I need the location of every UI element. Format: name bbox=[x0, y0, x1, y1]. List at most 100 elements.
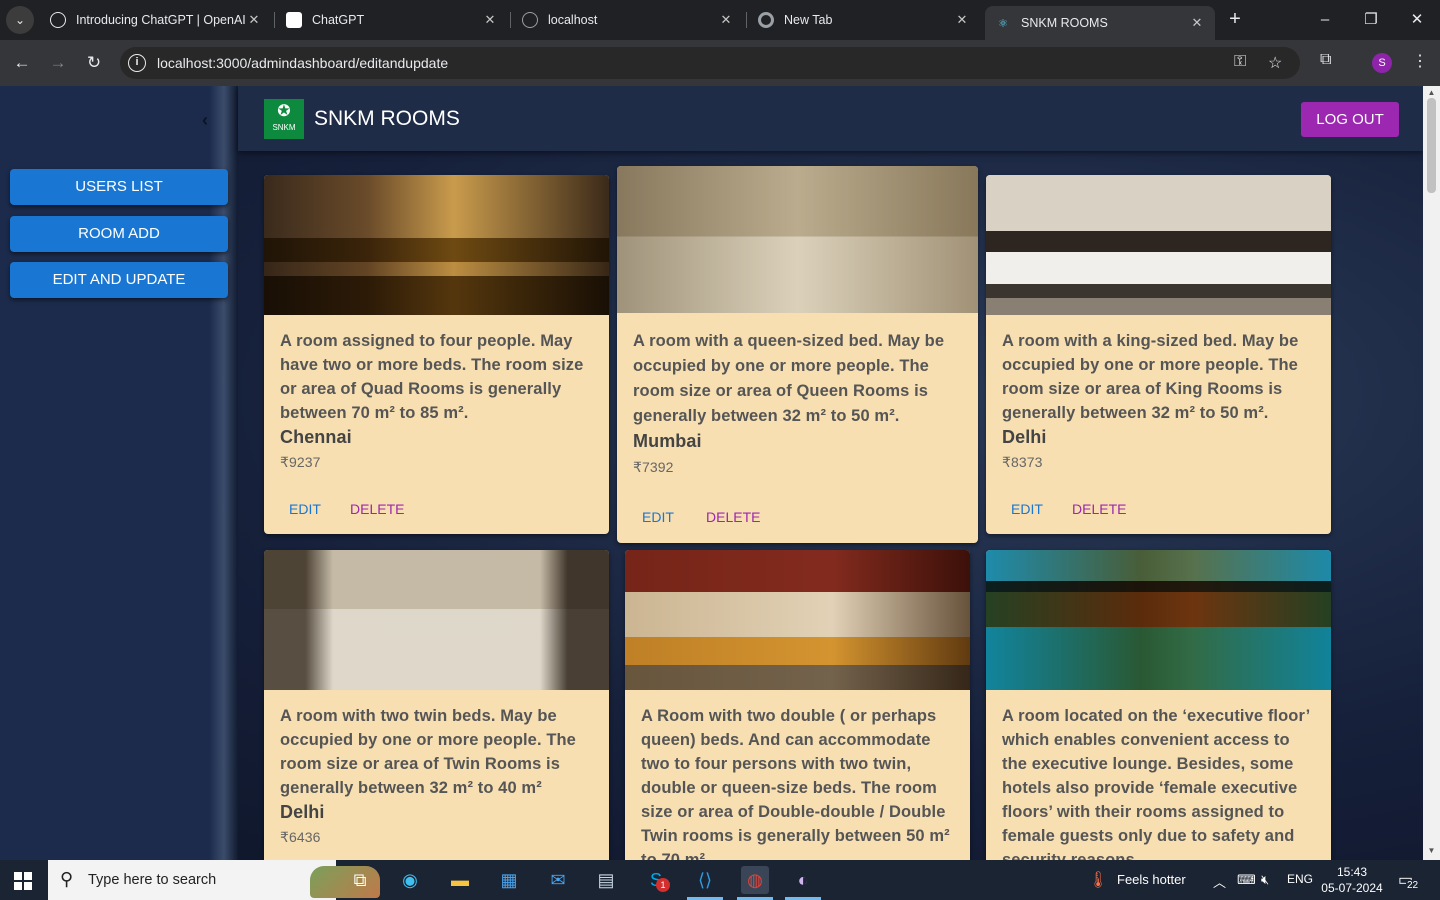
react-icon: ⚛ bbox=[998, 17, 1008, 30]
page-scrollbar[interactable]: ▲ ▼ bbox=[1423, 86, 1440, 860]
windows-start-icon[interactable] bbox=[14, 872, 32, 890]
edit-button[interactable]: EDIT bbox=[289, 501, 321, 517]
close-icon[interactable]: ✕ bbox=[482, 12, 498, 28]
sidebar-item-room-add[interactable]: ROOM ADD bbox=[10, 216, 228, 252]
network-icon[interactable]: ⌨ bbox=[1237, 872, 1256, 888]
scroll-up-icon[interactable]: ▲ bbox=[1427, 88, 1436, 97]
edit-button[interactable]: EDIT bbox=[642, 509, 674, 525]
logout-button[interactable]: LOG OUT bbox=[1301, 102, 1399, 137]
chrome-icon[interactable]: ◍ bbox=[741, 866, 769, 894]
window-close-icon[interactable]: ✕ bbox=[1405, 8, 1429, 32]
edit-button[interactable]: EDIT bbox=[1011, 501, 1043, 517]
back-icon[interactable]: ← bbox=[10, 51, 34, 75]
system-clock[interactable]: 15:43 05-07-2024 bbox=[1320, 864, 1384, 896]
reload-icon[interactable]: ↻ bbox=[82, 51, 106, 75]
url-text[interactable]: localhost:3000/admindashboard/editandupd… bbox=[157, 55, 448, 71]
room-description-text: A room with two twin beds. May be occupi… bbox=[280, 707, 576, 797]
room-city: Delhi bbox=[280, 802, 325, 822]
logo-mark-icon: ✪ bbox=[277, 103, 291, 120]
tab-search-button[interactable]: ⌄ bbox=[6, 6, 34, 34]
file-explorer-icon[interactable]: ▬ bbox=[446, 866, 474, 894]
room-card: A room with a queen-sized bed. May be oc… bbox=[617, 166, 978, 543]
search-icon: ⚲ bbox=[60, 869, 74, 889]
app-header: ✪ SNKM SNKM ROOMS LOG OUT bbox=[238, 86, 1423, 151]
chrome-icon bbox=[758, 12, 774, 28]
sidebar-item-edit-and-update[interactable]: EDIT AND UPDATE bbox=[10, 262, 228, 298]
logo-text: SNKM bbox=[272, 123, 296, 132]
close-icon[interactable]: ✕ bbox=[246, 12, 262, 28]
notification-count: 22 bbox=[1406, 880, 1420, 891]
close-icon[interactable]: ✕ bbox=[718, 12, 734, 28]
site-info-icon[interactable]: i bbox=[128, 54, 146, 72]
bookmark-star-icon[interactable]: ☆ bbox=[1268, 53, 1282, 73]
tab-openai[interactable]: Introducing ChatGPT | OpenAI ✕ bbox=[40, 6, 272, 34]
clock-time: 15:43 bbox=[1336, 865, 1368, 879]
taskbar-search[interactable]: ⚲ Type here to search bbox=[48, 860, 380, 900]
room-description: A room with two twin beds. May be occupi… bbox=[280, 704, 595, 849]
close-icon[interactable]: ✕ bbox=[954, 12, 970, 28]
browser-tab-bar: ⌄ Introducing ChatGPT | OpenAI ✕ ChatGPT… bbox=[0, 0, 1440, 40]
room-card: A room with two twin beds. May be occupi… bbox=[264, 550, 609, 860]
extensions-icon[interactable]: ⧉ bbox=[1320, 51, 1331, 69]
tab-localhost[interactable]: localhost ✕ bbox=[512, 6, 744, 34]
microsoft-store-icon[interactable]: ▦ bbox=[495, 866, 523, 894]
sidebar: ‹ USERS LIST ROOM ADD EDIT AND UPDATE bbox=[0, 86, 238, 860]
windows-taskbar: ⚲ Type here to search ⧉ ◉ ▬ ▦ ✉ ▤ S 1 ⟨⟩… bbox=[0, 860, 1440, 900]
sidebar-item-users-list[interactable]: USERS LIST bbox=[10, 169, 228, 205]
room-price: ₹6436 bbox=[280, 829, 321, 845]
search-placeholder[interactable]: Type here to search bbox=[88, 872, 216, 888]
room-city: Delhi bbox=[1002, 427, 1047, 447]
scrollbar-thumb[interactable] bbox=[1427, 98, 1436, 193]
delete-button[interactable]: DELETE bbox=[1072, 501, 1126, 517]
control-panel-icon[interactable]: ▤ bbox=[592, 866, 620, 894]
room-price: ₹8373 bbox=[1002, 454, 1043, 470]
tab-title: New Tab bbox=[784, 13, 833, 27]
scroll-down-icon[interactable]: ▼ bbox=[1427, 846, 1436, 855]
globe-icon bbox=[522, 12, 538, 28]
room-image bbox=[617, 166, 978, 313]
address-bar[interactable]: i localhost:3000/admindashboard/editandu… bbox=[120, 47, 1300, 79]
tab-title: Introducing ChatGPT | OpenAI bbox=[76, 13, 246, 27]
room-city: Chennai bbox=[280, 427, 352, 447]
room-card: A room located on the ‘executive floor’ … bbox=[986, 550, 1331, 860]
tab-new-tab[interactable]: New Tab ✕ bbox=[748, 6, 980, 34]
tab-separator bbox=[746, 12, 747, 28]
room-city: Mumbai bbox=[633, 431, 702, 451]
room-image bbox=[986, 175, 1331, 315]
tab-separator bbox=[274, 12, 275, 28]
room-card: A room assigned to four people. May have… bbox=[264, 175, 609, 534]
tab-chatgpt[interactable]: ChatGPT ✕ bbox=[276, 6, 508, 34]
room-description-text: A room located on the ‘executive floor’ … bbox=[1002, 707, 1310, 860]
delete-button[interactable]: DELETE bbox=[706, 509, 760, 525]
volume-muted-icon[interactable]: 🔇︎ bbox=[1261, 872, 1269, 888]
profile-avatar[interactable]: S bbox=[1372, 53, 1392, 73]
weather-text[interactable]: Feels hotter bbox=[1117, 872, 1186, 887]
minimize-icon[interactable]: – bbox=[1313, 8, 1337, 32]
close-icon[interactable]: ✕ bbox=[1189, 15, 1205, 31]
thermometer-icon[interactable]: 🌡 bbox=[1088, 870, 1108, 890]
room-description: A room with a king-sized bed. May be occ… bbox=[1002, 329, 1317, 474]
forward-icon[interactable]: → bbox=[46, 51, 70, 75]
room-image bbox=[625, 550, 970, 690]
chevron-left-icon[interactable]: ‹ bbox=[202, 110, 208, 131]
edge-icon[interactable]: ◉ bbox=[396, 866, 424, 894]
tab-title: ChatGPT bbox=[312, 13, 365, 27]
vscode-icon[interactable]: ⟨⟩ bbox=[691, 866, 719, 894]
task-view-icon[interactable]: ⧉ bbox=[346, 866, 374, 894]
language-indicator[interactable]: ENG bbox=[1287, 872, 1313, 886]
mail-icon[interactable]: ✉ bbox=[544, 866, 572, 894]
skype-badge: 1 bbox=[656, 878, 670, 892]
tab-title: SNKM ROOMS bbox=[1021, 16, 1108, 30]
app-icon[interactable]: ◐ bbox=[789, 866, 817, 894]
room-description-text: A room assigned to four people. May have… bbox=[280, 332, 584, 422]
delete-button[interactable]: DELETE bbox=[350, 501, 404, 517]
restore-icon[interactable]: ❐ bbox=[1359, 8, 1383, 32]
room-image bbox=[264, 550, 609, 690]
new-tab-button[interactable]: + bbox=[1224, 8, 1246, 30]
menu-kebab-icon[interactable]: ⋮ bbox=[1412, 51, 1428, 71]
password-key-icon[interactable]: ⚿ bbox=[1234, 53, 1246, 71]
tab-separator bbox=[510, 12, 511, 28]
room-description-text: A room with a king-sized bed. May be occ… bbox=[1002, 332, 1299, 422]
chevron-up-icon[interactable]: ︿ bbox=[1213, 872, 1226, 891]
tab-snkm-rooms[interactable]: ⚛ SNKM ROOMS ✕ bbox=[985, 6, 1215, 40]
